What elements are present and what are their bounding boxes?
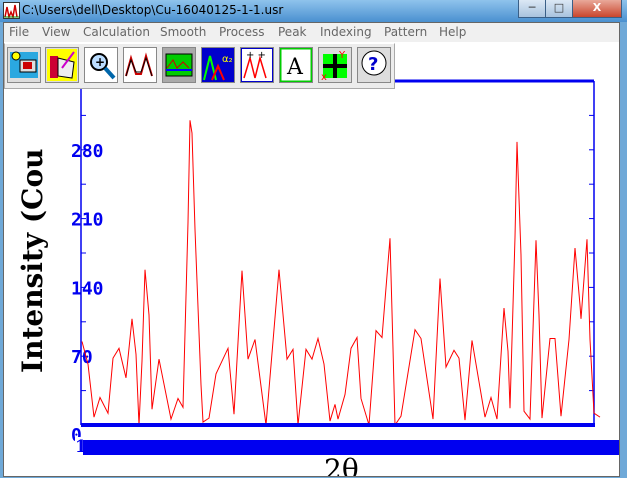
- peak-fit-icon: α₂: [202, 48, 234, 82]
- cursor-button[interactable]: Yx: [318, 47, 352, 83]
- y-tick-label: 210: [71, 210, 104, 231]
- window-title: C:\Users\dell\Desktop\Cu-16040125-1-1.us…: [22, 3, 284, 17]
- open-data-icon: [10, 51, 38, 78]
- edit-icon: [47, 49, 77, 81]
- svg-text:Y: Y: [338, 50, 346, 61]
- y-tick-label: 140: [71, 278, 104, 299]
- peak-search-icon: + +: [241, 48, 273, 82]
- x-axis-label: 2θ: [324, 453, 359, 476]
- svg-text:α₂: α₂: [222, 54, 233, 65]
- toolbar: + α₂ + + A Yx ?: [4, 43, 395, 89]
- background-button[interactable]: [162, 47, 196, 83]
- svg-text:A: A: [286, 55, 304, 80]
- main-window: File View Calculation Smooth Process Pea…: [3, 22, 620, 477]
- close-button[interactable]: X: [572, 0, 622, 18]
- maximize-button[interactable]: □: [545, 0, 573, 18]
- edit-button[interactable]: [45, 47, 79, 83]
- svg-text:?: ?: [368, 54, 378, 75]
- title-bar: C:\Users\dell\Desktop\Cu-16040125-1-1.us…: [0, 0, 627, 22]
- svg-text:x: x: [321, 72, 327, 82]
- text-icon: A: [280, 48, 312, 82]
- help-icon: ?: [358, 48, 390, 82]
- y-tick-label: 70: [71, 347, 93, 368]
- y-axis-label: Intensity (Cou: [16, 148, 49, 373]
- background-icon: [163, 48, 195, 82]
- x-tick-first: 1': [75, 437, 83, 457]
- peak-fit-button[interactable]: α₂: [201, 47, 235, 83]
- smooth-icon: [124, 48, 156, 82]
- smooth-button[interactable]: [123, 47, 157, 83]
- y-tick-label: 280: [71, 141, 104, 162]
- svg-text:+ +: + +: [246, 50, 266, 61]
- app-icon: [3, 2, 20, 20]
- zoom-button[interactable]: +: [84, 47, 118, 83]
- intensity-line: [81, 120, 601, 427]
- zoom-icon: +: [85, 48, 117, 82]
- intensity-chart: 070140210280350: [71, 72, 601, 446]
- open-data-button[interactable]: [7, 47, 41, 83]
- minimize-button[interactable]: ─: [518, 0, 546, 18]
- cursor-icon: Yx: [319, 48, 351, 82]
- svg-text:+: +: [95, 55, 105, 69]
- help-button[interactable]: ?: [357, 47, 391, 83]
- text-button[interactable]: A: [279, 47, 313, 83]
- peak-search-button[interactable]: + +: [240, 47, 274, 83]
